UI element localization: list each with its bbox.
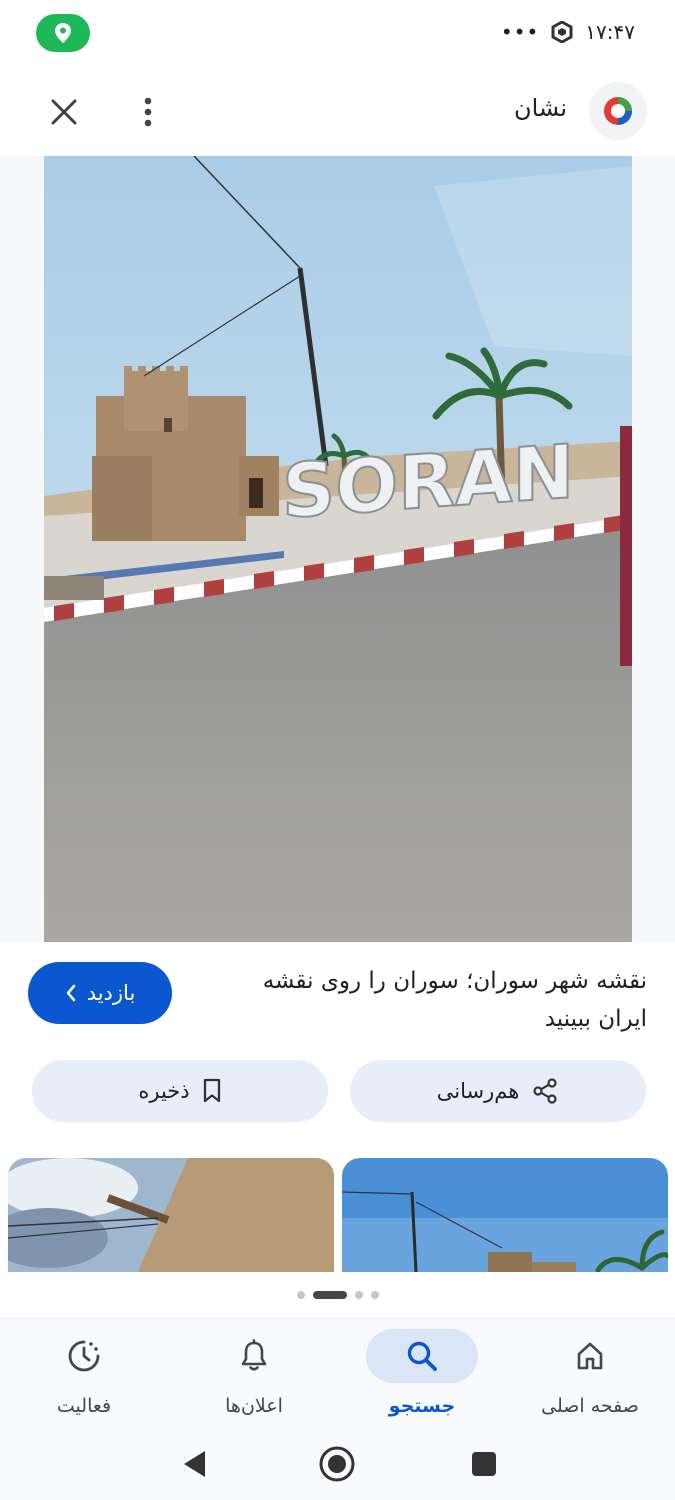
- status-right: ••• ۱۷:۴۷: [501, 20, 635, 44]
- related-image-thumbnail[interactable]: [8, 1158, 334, 1272]
- related-image-thumbnail[interactable]: [342, 1158, 668, 1272]
- system-back-button[interactable]: [170, 1440, 218, 1488]
- page-dot-active: [312, 1291, 347, 1299]
- app-status-icon: [551, 21, 573, 43]
- source-logo[interactable]: [589, 82, 647, 140]
- close-icon: [51, 99, 77, 125]
- save-button[interactable]: ذخیره: [32, 1060, 328, 1122]
- nav-search[interactable]: جستجو: [338, 1319, 506, 1429]
- share-label: هم‌رسانی: [436, 1079, 520, 1103]
- share-button[interactable]: هم‌رسانی: [350, 1060, 646, 1122]
- share-icon: [533, 1078, 557, 1104]
- nav-home[interactable]: صفحه اصلی: [506, 1319, 674, 1429]
- image-viewer: SORAN: [0, 156, 675, 942]
- page-dot: [370, 1291, 379, 1299]
- carousel-indicator: [0, 1284, 675, 1306]
- status-bar: ••• ۱۷:۴۷: [0, 0, 675, 66]
- neshan-logo-icon: [604, 97, 632, 125]
- nav-notifications-label: اعلان‌ها: [225, 1395, 283, 1417]
- bottom-navigation: صفحه اصلی جستجو اعلان‌ها: [0, 1318, 675, 1428]
- close-button[interactable]: [44, 92, 84, 132]
- nav-notifications[interactable]: اعلان‌ها: [170, 1319, 338, 1429]
- app-header: نشان: [0, 66, 675, 156]
- recents-square-icon: [472, 1452, 496, 1476]
- related-images: [0, 1158, 675, 1272]
- more-vertical-icon: [144, 97, 152, 127]
- notification-dots: •••: [500, 20, 540, 44]
- clock: ۱۷:۴۷: [585, 20, 635, 44]
- nav-activity[interactable]: فعالیت: [0, 1319, 168, 1429]
- page-dot: [296, 1291, 305, 1299]
- action-row: هم‌رسانی ذخیره: [0, 1060, 675, 1130]
- chevron-left-icon: [66, 984, 75, 1002]
- main-photo[interactable]: SORAN: [44, 156, 632, 942]
- home-icon: [577, 1342, 603, 1370]
- back-triangle-icon: [184, 1451, 205, 1477]
- system-navigation: [0, 1428, 675, 1500]
- more-options-button[interactable]: [130, 92, 166, 132]
- system-recents-button[interactable]: [460, 1440, 508, 1488]
- bookmark-icon: [203, 1078, 220, 1103]
- result-title[interactable]: نقشه شهر سوران؛ سوران را روی نقشه ایران …: [207, 962, 647, 1038]
- source-title: نشان: [513, 94, 567, 122]
- visit-button[interactable]: بازدید: [28, 962, 172, 1024]
- activity-icon: [68, 1340, 100, 1372]
- visit-label: بازدید: [86, 981, 136, 1005]
- nav-home-label: صفحه اصلی: [541, 1395, 639, 1417]
- location-pin-icon: [55, 23, 71, 43]
- search-icon: [407, 1341, 437, 1371]
- result-info: نقشه شهر سوران؛ سوران را روی نقشه ایران …: [0, 942, 675, 1060]
- page-dot: [354, 1291, 363, 1299]
- nav-activity-label: فعالیت: [56, 1395, 112, 1417]
- home-circle-icon: [319, 1446, 355, 1482]
- nav-search-label: جستجو: [388, 1395, 456, 1417]
- bell-icon: [241, 1339, 267, 1371]
- system-home-button[interactable]: [313, 1440, 361, 1488]
- save-label: ذخیره: [138, 1079, 190, 1103]
- location-indicator: [36, 14, 90, 52]
